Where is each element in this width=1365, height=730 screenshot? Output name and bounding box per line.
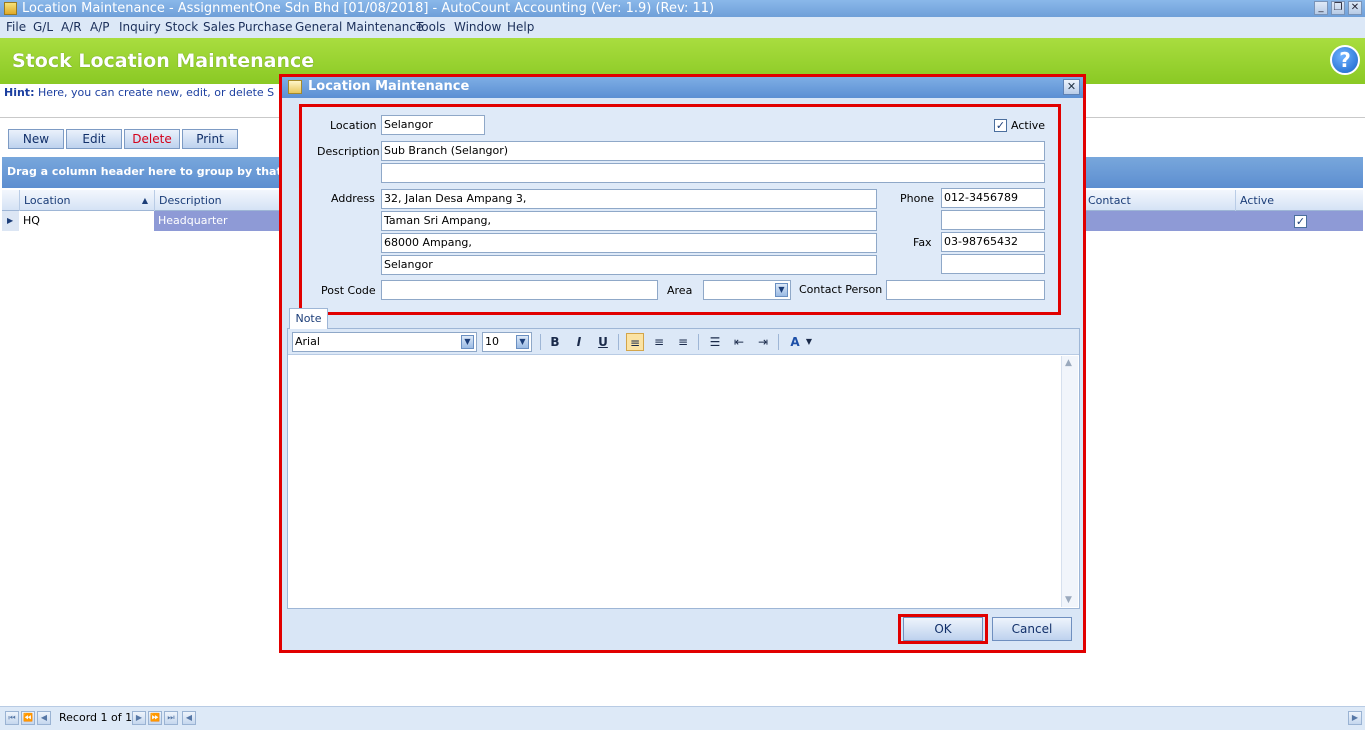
group-by-hint: Drag a column header here to group by th… [7,165,312,178]
help-icon[interactable]: ? [1330,45,1360,75]
row-indicator-header [2,190,19,211]
ok-button-highlight [898,614,988,644]
app-icon [4,2,17,15]
last-record-icon[interactable]: ⏭ [164,711,178,725]
new-button[interactable]: New [8,129,64,149]
menu-file[interactable]: File [6,17,26,38]
menu-general-maintenance[interactable]: General Maintenance [295,17,423,38]
prev-page-icon[interactable]: ⏪ [21,711,35,725]
row-indicator-icon: ▶ [2,211,19,231]
menu-bar: File G/L A/R A/P Inquiry Stock Sales Pur… [0,17,1365,38]
window-title: Location Maintenance - AssignmentOne Sdn… [22,1,715,16]
delete-button[interactable]: Delete [124,129,180,149]
page-title: Stock Location Maintenance [12,50,315,72]
close-window-button[interactable]: ✕ [1348,1,1362,15]
sort-ascending-icon: ▲ [141,196,148,205]
menu-help[interactable]: Help [507,17,534,38]
menu-tools[interactable]: Tools [416,17,446,38]
menu-window[interactable]: Window [454,17,501,38]
edit-button[interactable]: Edit [66,129,122,149]
prev-record-icon[interactable]: ◀ [37,711,51,725]
hint-message: Here, you can create new, edit, or delet… [37,86,275,99]
menu-ar[interactable]: A/R [61,17,82,38]
first-record-icon[interactable]: ⏮ [5,711,19,725]
print-button[interactable]: Print [182,129,238,149]
column-header-location[interactable]: Location ▲ [19,190,154,211]
column-header-contact[interactable]: Contact [1083,190,1235,211]
hint-text: Hint: Here, you can create new, edit, or… [4,86,274,99]
column-location-label: Location [24,194,71,207]
app-window: Location Maintenance - AssignmentOne Sdn… [0,0,1365,730]
dialog-highlight [279,74,1086,653]
menu-sales[interactable]: Sales [203,17,235,38]
minimize-button[interactable]: _ [1314,1,1328,15]
next-record-icon[interactable]: ▶ [132,711,146,725]
scroll-right-icon[interactable]: ▶ [1348,711,1362,725]
record-counter: Record 1 of 1 [59,711,133,724]
window-titlebar: Location Maintenance - AssignmentOne Sdn… [0,0,1365,17]
column-header-description[interactable]: Description [154,190,284,211]
cell-location[interactable]: HQ [19,211,154,231]
scroll-left-icon[interactable]: ◀ [182,711,196,725]
status-bar: ⏮ ⏪ ◀ Record 1 of 1 ▶ ⏩ ⏭ ◀ ▶ [0,706,1365,730]
hint-label: Hint: [4,86,35,99]
menu-gl[interactable]: G/L [33,17,53,38]
restore-button[interactable]: ❐ [1331,1,1345,15]
menu-inquiry[interactable]: Inquiry [119,17,161,38]
cell-active-checkbox[interactable]: ✓ [1294,215,1307,228]
cell-description[interactable]: Headquarter [154,211,284,231]
next-page-icon[interactable]: ⏩ [148,711,162,725]
menu-stock[interactable]: Stock [165,17,198,38]
menu-ap[interactable]: A/P [90,17,110,38]
menu-purchase[interactable]: Purchase [238,17,293,38]
column-header-active[interactable]: Active [1235,190,1363,211]
